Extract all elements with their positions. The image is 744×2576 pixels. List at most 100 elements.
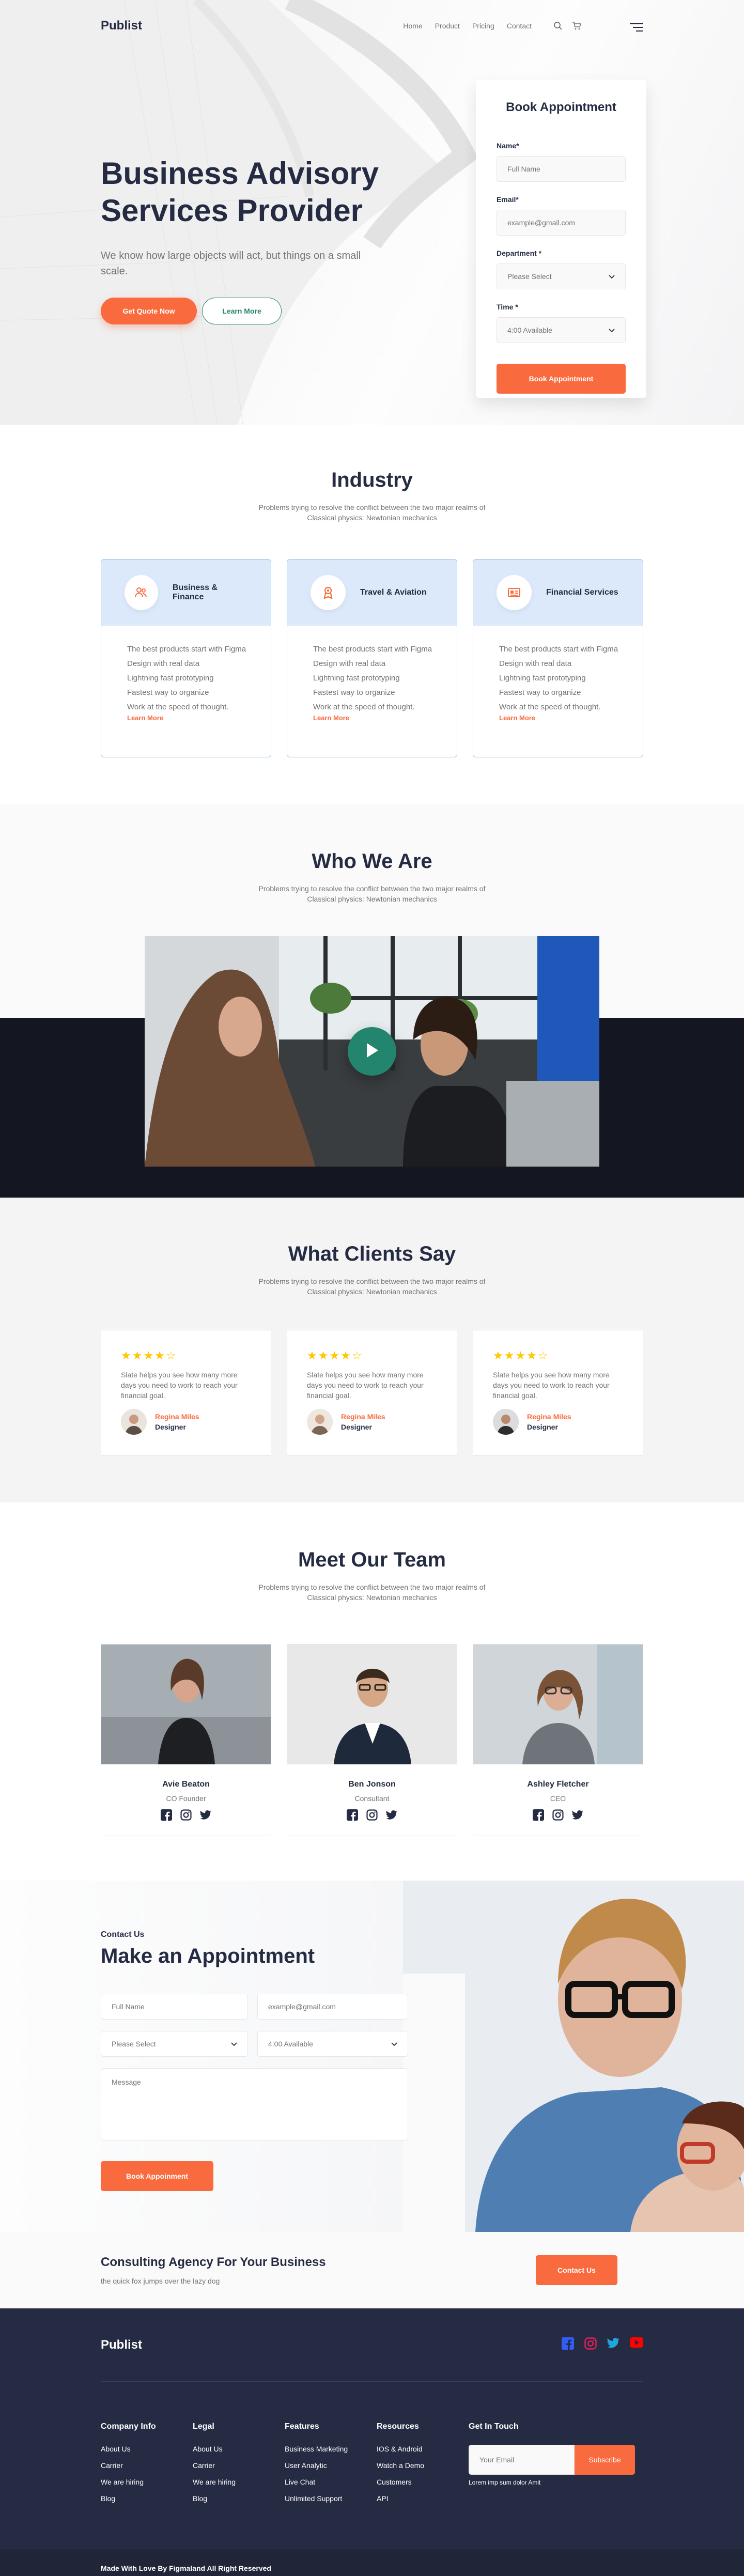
list-item: Work at the speed of thought.	[127, 703, 229, 711]
footer-brand[interactable]: Publist	[101, 2338, 142, 2352]
learn-more-button[interactable]: Learn More	[202, 298, 282, 324]
full-name-field[interactable]: Full Name	[101, 1994, 248, 2020]
footer-link[interactable]: About Us	[193, 2445, 285, 2453]
cart-icon[interactable]	[572, 21, 582, 30]
industry-title: Industry	[331, 469, 413, 491]
footer-link[interactable]: About Us	[101, 2445, 193, 2453]
reviewer-name[interactable]: Regina Miles	[527, 1413, 571, 1421]
instagram-icon[interactable]	[584, 2337, 597, 2352]
footer-link[interactable]: Blog	[193, 2494, 285, 2503]
clients-subtitle: Problems trying to resolve the conflict …	[258, 1277, 486, 1296]
department-select[interactable]: Please Select	[101, 2031, 248, 2057]
star-rating: ★★★★☆	[121, 1349, 177, 1362]
list-item: The best products start with Figma	[499, 645, 618, 654]
footer-link[interactable]: Carrier	[101, 2461, 193, 2470]
message-field[interactable]: Message	[101, 2068, 408, 2140]
learn-more-link[interactable]: Learn More	[101, 714, 271, 722]
reviewer-name[interactable]: Regina Miles	[341, 1413, 385, 1421]
nav-link-home[interactable]: Home	[403, 22, 422, 30]
twitter-icon[interactable]	[607, 2337, 619, 2352]
nav-link-contact[interactable]: Contact	[507, 22, 532, 30]
play-button[interactable]	[348, 1027, 396, 1076]
star-rating: ★★★★☆	[307, 1349, 363, 1362]
instagram-icon[interactable]	[552, 1809, 564, 1821]
users-icon	[125, 575, 158, 610]
footer: Publist Company Info About Us Carrier We ar…	[0, 2308, 744, 2576]
learn-more-link[interactable]: Learn More	[473, 714, 643, 722]
footer-link[interactable]: Live Chat	[285, 2478, 377, 2486]
member-photo	[101, 1644, 271, 1764]
reviewer-role: Designer	[341, 1423, 372, 1431]
contact-us-button[interactable]: Contact Us	[536, 2255, 617, 2285]
email-field[interactable]: example@gmail.com	[257, 1994, 408, 2020]
footer-link[interactable]: Watch a Demo	[377, 2461, 469, 2470]
industry-card: Financial Services The best products sta…	[473, 559, 643, 757]
menu-icon[interactable]	[630, 21, 643, 34]
team-member-card: Ben Jonson Consultant	[287, 1644, 457, 1836]
award-icon	[311, 575, 346, 610]
time-select[interactable]: 4:00 Available	[497, 317, 626, 343]
reviewer-role: Designer	[527, 1423, 558, 1431]
main-menu: Home Product Pricing Contact	[403, 22, 532, 30]
subscribe-button[interactable]: Subscribe	[575, 2445, 635, 2475]
list-item: Design with real data	[127, 659, 200, 668]
footer-link[interactable]: Carrier	[193, 2461, 285, 2470]
department-label: Department *	[497, 249, 542, 257]
reviewer-name[interactable]: Regina Miles	[155, 1413, 199, 1421]
nav-link-product[interactable]: Product	[435, 22, 460, 30]
twitter-icon[interactable]	[199, 1809, 212, 1821]
member-role: Consultant	[354, 1794, 390, 1803]
footer-column-title: Company Info	[101, 2422, 156, 2431]
name-field[interactable]: Full Name	[497, 156, 626, 182]
brand-logo[interactable]: Publist	[101, 19, 142, 33]
facebook-icon[interactable]	[160, 1809, 173, 1821]
subscribe-note: Lorem imp sum dolor Amit	[469, 2479, 541, 2486]
footer-link[interactable]: Blog	[101, 2494, 193, 2503]
list-item: Lightning fast prototyping	[499, 674, 586, 682]
email-placeholder: example@gmail.com	[507, 219, 575, 227]
footer-link[interactable]: Unlimited Support	[285, 2494, 377, 2503]
email-field[interactable]: example@gmail.com	[497, 210, 626, 236]
hero-text: Business Advisory Services Provider We kn…	[101, 155, 390, 324]
book-appointment-button[interactable]: Book Appointment	[497, 364, 626, 394]
footer-link[interactable]: User Analytic	[285, 2461, 377, 2470]
list-item: Lightning fast prototyping	[313, 674, 400, 682]
list-item: Lightning fast prototyping	[127, 674, 214, 682]
youtube-icon[interactable]	[630, 2337, 643, 2352]
footer-column-title: Legal	[193, 2422, 214, 2431]
twitter-icon[interactable]	[571, 1809, 584, 1821]
search-icon[interactable]	[553, 21, 563, 30]
subscribe-email-input[interactable]: Your Email	[469, 2445, 575, 2475]
member-photo	[287, 1644, 457, 1764]
footer-link[interactable]: IOS & Android	[377, 2445, 469, 2453]
nav-link-pricing[interactable]: Pricing	[472, 22, 494, 30]
department-select[interactable]: Please Select	[497, 263, 626, 289]
instagram-icon[interactable]	[180, 1809, 192, 1821]
cta-section: Consulting Agency For Your Business the …	[0, 2232, 744, 2308]
footer-link[interactable]: Customers	[377, 2478, 469, 2486]
twitter-icon[interactable]	[385, 1809, 398, 1821]
learn-more-link[interactable]: Learn More	[287, 714, 457, 722]
team-title: Meet Our Team	[298, 1548, 446, 1571]
appointment-kicker: Contact Us	[101, 1930, 145, 1939]
footer-link[interactable]: We are hiring	[193, 2478, 285, 2486]
video-player[interactable]	[145, 936, 599, 1167]
list-item: Work at the speed of thought.	[313, 703, 415, 711]
appointment-photo	[403, 1881, 744, 2232]
get-quote-button[interactable]: Get Quote Now	[101, 298, 197, 324]
footer-link[interactable]: Business Marketing	[285, 2445, 377, 2453]
footer-link[interactable]: We are hiring	[101, 2478, 193, 2486]
avatar	[493, 1409, 519, 1435]
facebook-icon[interactable]	[346, 1809, 359, 1821]
facebook-icon[interactable]	[532, 1809, 545, 1821]
team-section: Meet Our Team Problems trying to resolve…	[0, 1502, 744, 1881]
industry-subtitle: Problems trying to resolve the conflict …	[258, 503, 486, 522]
book-appointment-button[interactable]: Book Appoinment	[101, 2161, 213, 2191]
time-select[interactable]: 4:00 Available	[257, 2031, 408, 2057]
footer-link[interactable]: API	[377, 2494, 469, 2503]
testimonial-text: Slate helps you see how many more days y…	[307, 1371, 424, 1400]
facebook-icon[interactable]	[562, 2337, 574, 2352]
industry-card-title: Business & Finance	[172, 583, 218, 601]
time-value: 4:00 Available	[268, 2040, 313, 2048]
instagram-icon[interactable]	[366, 1809, 378, 1821]
